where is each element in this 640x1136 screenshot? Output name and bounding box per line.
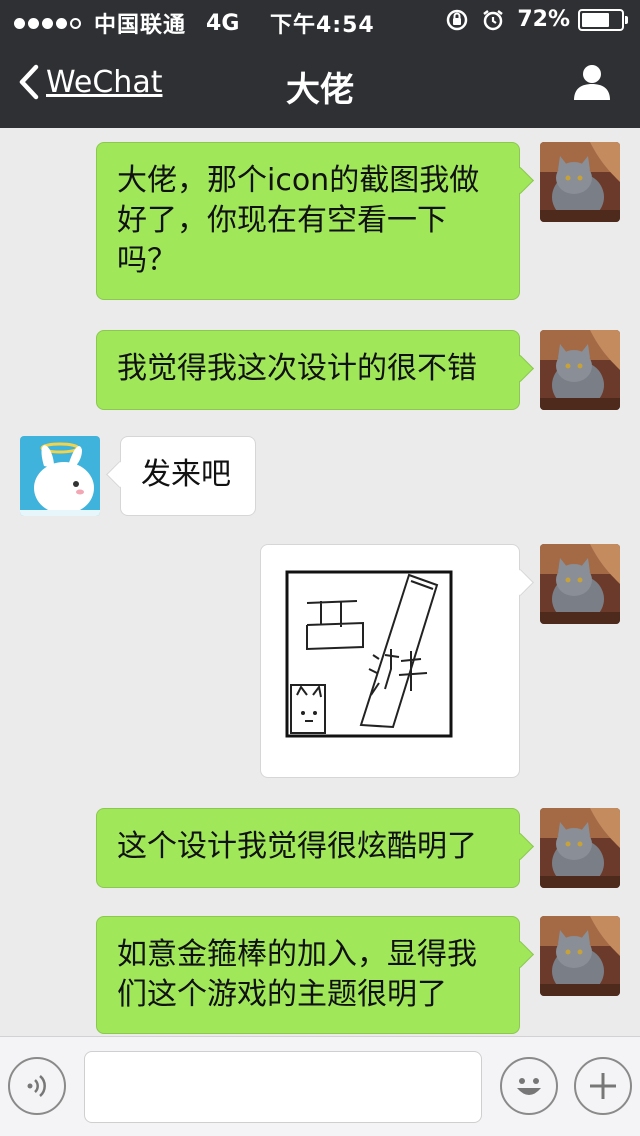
network-type: 4G <box>206 10 240 36</box>
more-button[interactable] <box>574 1057 632 1115</box>
message-text: 发来吧 <box>141 457 231 492</box>
message-bubble[interactable]: 如意金箍棒的加入，显得我们这个游戏的主题很明了 <box>96 916 520 1034</box>
battery-percent: 72% <box>517 7 570 32</box>
emoji-button[interactable] <box>500 1057 558 1115</box>
emoji-icon <box>517 1078 541 1095</box>
message-bubble[interactable]: 我觉得我这次设计的很不错 <box>96 330 520 410</box>
voice-icon <box>27 1075 46 1097</box>
alarm-icon <box>483 9 504 30</box>
battery-icon <box>578 8 628 31</box>
message-text: 大佬，那个icon的截图我做好了，你现在有空看一下吗？ <box>117 163 480 278</box>
my-avatar[interactable] <box>540 916 620 996</box>
top-bar: 中国联通 4G 下午4:54 72% WeChat 大佬 <box>0 0 640 128</box>
message-bubble[interactable]: 发来吧 <box>120 436 256 516</box>
contact-avatar[interactable] <box>20 436 100 516</box>
my-avatar[interactable] <box>540 330 620 410</box>
message-input[interactable] <box>84 1051 482 1123</box>
profile-icon <box>574 65 610 100</box>
chat-title: 大佬 <box>286 70 354 110</box>
my-avatar[interactable] <box>540 142 620 222</box>
input-bar <box>0 1036 640 1136</box>
rotation-lock-icon <box>447 9 468 30</box>
image-message[interactable] <box>260 544 520 778</box>
navigation-bar: WeChat 大佬 <box>0 40 640 128</box>
message-text: 如意金箍棒的加入，显得我们这个游戏的主题很明了 <box>117 937 477 1012</box>
carrier-name: 中国联通 <box>94 13 187 38</box>
status-bar: 中国联通 4G 下午4:54 72% <box>0 0 640 40</box>
signal-strength-icon <box>14 17 84 29</box>
plus-icon <box>590 1073 616 1099</box>
message-text: 这个设计我觉得很炫酷明了 <box>117 829 477 864</box>
message-text: 我觉得我这次设计的很不错 <box>117 351 477 386</box>
clock: 下午4:54 <box>270 13 375 38</box>
chat-message-list[interactable]: 大佬，那个icon的截图我做好了，你现在有空看一下吗？ 我觉得我这次设计的很不错 <box>0 128 640 1036</box>
my-avatar[interactable] <box>540 544 620 624</box>
voice-button[interactable] <box>8 1057 66 1115</box>
icon-sketch-image[interactable] <box>261 545 521 779</box>
message-bubble[interactable]: 这个设计我觉得很炫酷明了 <box>96 808 520 888</box>
chat-info-button[interactable] <box>572 62 612 106</box>
my-avatar[interactable] <box>540 808 620 888</box>
message-bubble[interactable]: 大佬，那个icon的截图我做好了，你现在有空看一下吗？ <box>96 142 520 300</box>
